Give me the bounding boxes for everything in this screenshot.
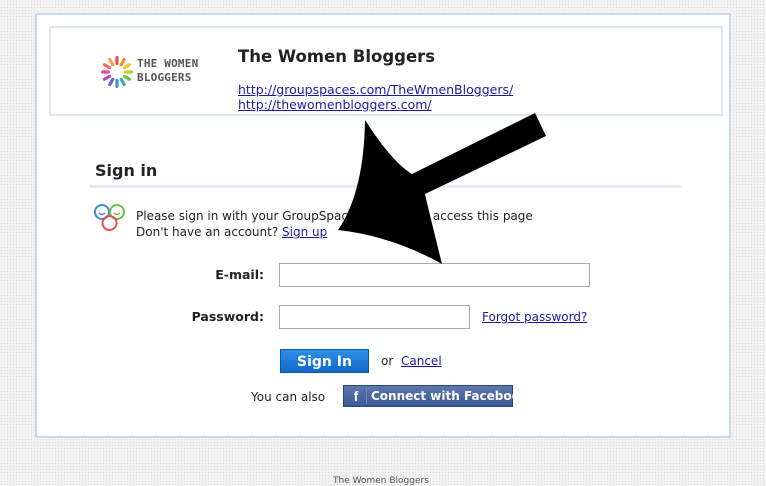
alternative-login-text: You can also (251, 390, 326, 404)
signin-button[interactable]: Sign In (280, 349, 369, 373)
signup-prompt: Don't have an account? Sign up (136, 225, 327, 239)
group-logo[interactable]: THE WOMEN BLOGGERS (99, 54, 209, 90)
cancel-link[interactable]: Cancel (401, 354, 442, 368)
group-name: The Women Bloggers (238, 47, 436, 66)
group-link-groupspaces[interactable]: http://groupspaces.com/TheWmenBloggers/ (238, 82, 513, 97)
facebook-button-separator (366, 388, 367, 404)
signin-heading: Sign in (95, 161, 158, 180)
black-arrow-annotation (338, 113, 546, 264)
facebook-connect-label: Connect with Facebook (371, 389, 528, 403)
footer-text: The Women Bloggers (333, 476, 429, 486)
logo-line-1: THE WOMEN (137, 57, 199, 70)
password-label: Password: (191, 309, 264, 324)
signup-prompt-text: Don't have an account? (136, 225, 279, 239)
groupspaces-faces-icon (94, 204, 125, 231)
logo-line-2: BLOGGERS (137, 71, 192, 84)
facebook-f-icon: f (353, 388, 359, 404)
signup-link[interactable]: Sign up (282, 225, 327, 239)
group-header: THE WOMEN BLOGGERS The Women Bloggers ht… (49, 26, 723, 116)
sunburst-logo-icon (101, 56, 133, 88)
logo-text: THE WOMEN BLOGGERS (137, 57, 198, 85)
forgot-password-link[interactable]: Forgot password? (482, 310, 587, 324)
email-label: E-mail: (215, 267, 264, 282)
or-text: or (381, 354, 394, 368)
password-field[interactable] (279, 305, 470, 329)
facebook-connect-button[interactable]: f Connect with Facebook (343, 385, 528, 407)
